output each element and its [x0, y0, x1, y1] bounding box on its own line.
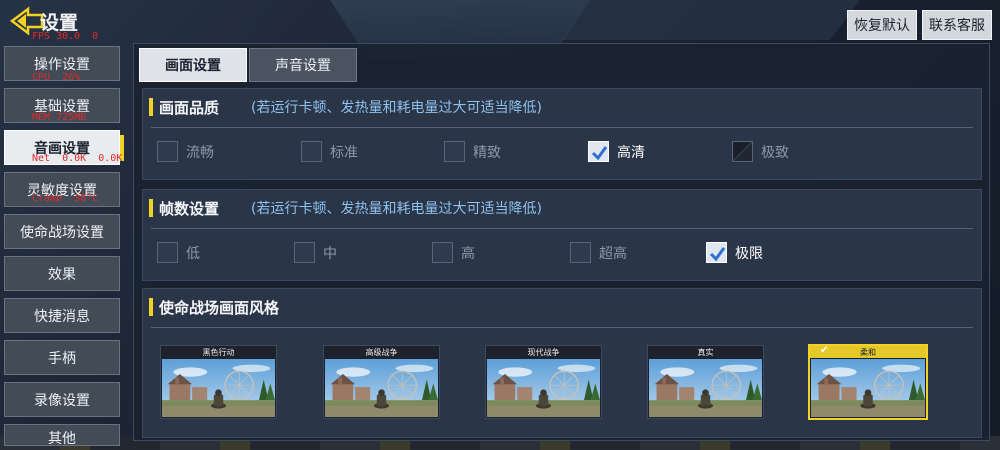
- divider: [151, 228, 973, 229]
- perf-line: FPS 30.0 0: [32, 31, 99, 42]
- option-label: 极限: [735, 245, 763, 262]
- option-label: 流畅: [186, 144, 214, 161]
- framerate-option-low[interactable]: 低: [157, 242, 200, 263]
- style-card-realistic[interactable]: 真实: [647, 345, 764, 419]
- style-card-label: 现代战争: [486, 346, 601, 358]
- checkbox[interactable]: [570, 242, 591, 263]
- style-section: 使命战场画面风格 黑色行动 高级战争 现代战争 真实 ✔ 柔和: [142, 288, 982, 438]
- check-icon: [591, 146, 608, 161]
- checkbox[interactable]: [301, 141, 322, 162]
- tab-sound[interactable]: 声音设置: [249, 48, 357, 82]
- checkbox-checked[interactable]: [588, 141, 609, 162]
- sidebar-item-recording[interactable]: 录像设置: [4, 382, 120, 417]
- style-card-modern-warfare[interactable]: 现代战争: [485, 345, 602, 419]
- section-title: 使命战场画面风格: [159, 298, 280, 317]
- checkbox[interactable]: [444, 141, 465, 162]
- section-title: 画面品质: [159, 98, 220, 117]
- sidebar-item-other[interactable]: 其他: [4, 424, 120, 446]
- style-preview-image: [487, 359, 600, 417]
- sidebar-item-effects[interactable]: 效果: [4, 256, 120, 291]
- tab-bar: 画面设置 声音设置: [139, 48, 359, 82]
- section-hint: (若运行卡顿、发热量和耗电量过大可适当降低): [251, 100, 542, 116]
- divider: [151, 327, 973, 328]
- perf-line: MEM 725MB: [32, 112, 87, 123]
- perf-line: CPU 26%: [32, 71, 81, 83]
- sidebar-item-battle-royale[interactable]: 使命战场设置: [4, 214, 120, 249]
- framerate-option-medium[interactable]: 中: [294, 242, 337, 263]
- quality-option-ultra: 极致: [732, 141, 789, 162]
- style-preview-image: [649, 359, 762, 417]
- framerate-section: 帧数设置 (若运行卡顿、发热量和耗电量过大可适当降低) 低 中 高 超高 极限: [142, 189, 982, 281]
- quality-section: 画面品质 (若运行卡顿、发热量和耗电量过大可适当降低) 流畅 标准 精致 高清 …: [142, 88, 982, 180]
- option-label: 超高: [599, 245, 627, 262]
- framerate-option-very-high[interactable]: 超高: [570, 242, 627, 263]
- background-structure: [560, 0, 860, 40]
- checkbox[interactable]: [157, 141, 178, 162]
- check-icon: [709, 247, 726, 262]
- style-preview-image: [811, 359, 925, 417]
- style-card-advanced-warfare[interactable]: 高级战争: [323, 345, 440, 419]
- style-card-label: 高级战争: [324, 346, 439, 358]
- framerate-option-max[interactable]: 极限: [706, 242, 763, 263]
- option-label: 精致: [473, 144, 501, 161]
- option-label: 标准: [330, 144, 358, 161]
- style-card-label: 真实: [648, 346, 763, 358]
- option-label: 低: [186, 245, 200, 262]
- restore-defaults-button[interactable]: 恢复默认: [847, 10, 917, 40]
- option-label: 高: [461, 245, 475, 262]
- quality-option-smooth[interactable]: 流畅: [157, 141, 214, 162]
- checkbox[interactable]: [294, 242, 315, 263]
- checkbox-checked[interactable]: [706, 242, 727, 263]
- style-card-black-ops[interactable]: 黑色行动: [160, 345, 277, 419]
- checkbox[interactable]: [157, 242, 178, 263]
- tab-graphics[interactable]: 画面设置: [139, 48, 247, 82]
- settings-panel: 画面设置 声音设置 画面品质 (若运行卡顿、发热量和耗电量过大可适当降低) 流畅…: [133, 43, 990, 441]
- option-label: 高清: [617, 144, 645, 161]
- style-card-label: 黑色行动: [161, 346, 276, 358]
- performance-overlay: FPS 30.0 0 CPU 26% MEM 725MB Net 0.0K 0.…: [32, 3, 122, 219]
- checkbox-disabled: [732, 141, 753, 162]
- style-card-label-text: 柔和: [860, 347, 876, 357]
- sidebar-item-controller[interactable]: 手柄: [4, 340, 120, 375]
- style-card-soft[interactable]: ✔ 柔和: [808, 344, 928, 420]
- style-card-label: ✔ 柔和: [810, 345, 926, 358]
- quality-option-hd[interactable]: 高清: [588, 141, 645, 162]
- divider: [151, 127, 973, 128]
- option-label: 中: [323, 245, 337, 262]
- section-title: 帧数设置: [159, 199, 220, 218]
- perf-line: Cramp 38°C: [32, 193, 99, 204]
- quality-option-fine[interactable]: 精致: [444, 141, 501, 162]
- checkbox[interactable]: [432, 242, 453, 263]
- style-preview-image: [325, 359, 438, 417]
- style-preview-image: [162, 359, 275, 417]
- sidebar-item-quick-messages[interactable]: 快捷消息: [4, 298, 120, 333]
- check-icon: ✔: [820, 345, 829, 356]
- framerate-option-high[interactable]: 高: [432, 242, 475, 263]
- contact-support-button[interactable]: 联系客服: [922, 10, 992, 40]
- quality-option-standard[interactable]: 标准: [301, 141, 358, 162]
- perf-line: Net 0.0K 0.0K: [32, 152, 123, 164]
- option-label: 极致: [761, 144, 789, 161]
- section-hint: (若运行卡顿、发热量和耗电量过大可适当降低): [251, 201, 542, 217]
